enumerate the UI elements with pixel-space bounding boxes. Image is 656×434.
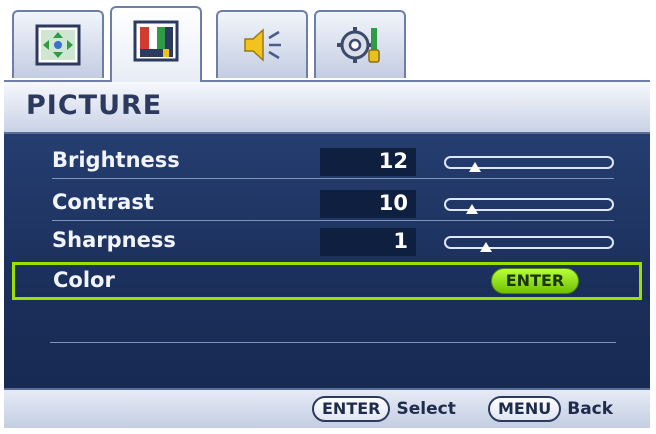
contrast-value-box: 10: [320, 190, 416, 218]
sharpness-value: 1: [393, 229, 408, 253]
setting-row-sharpness[interactable]: Sharpness 1: [14, 224, 640, 260]
color-enter-button[interactable]: ENTER: [491, 268, 579, 294]
brightness-label: Brightness: [52, 148, 180, 172]
speaker-icon: [244, 28, 281, 62]
page-title: PICTURE: [26, 90, 163, 121]
row-divider: [52, 220, 614, 221]
tab-display[interactable]: [12, 10, 104, 78]
brightness-value-box: 12: [320, 148, 416, 176]
contrast-label: Contrast: [52, 190, 154, 214]
slider-thumb[interactable]: [466, 204, 478, 214]
color-label: Color: [53, 268, 115, 292]
enter-key-badge: ENTER: [312, 396, 391, 422]
contrast-slider[interactable]: [444, 198, 614, 214]
slider-thumb[interactable]: [480, 242, 492, 252]
row-divider: [52, 178, 614, 179]
setting-row-contrast[interactable]: Contrast 10: [14, 186, 640, 222]
menu-key-badge: MENU: [488, 396, 562, 422]
contrast-value: 10: [378, 191, 408, 215]
brightness-slider[interactable]: [444, 156, 614, 172]
footer-hints: ENTER Select MENU Back: [4, 388, 650, 428]
osd-menu: PICTURE Brightness 12 Contrast 10 Sharpn…: [4, 4, 650, 428]
gear-settings-icon: [337, 27, 380, 63]
brightness-value: 12: [378, 149, 408, 173]
picture-icon: [133, 20, 179, 62]
slider-thumb[interactable]: [469, 162, 481, 172]
setting-row-brightness[interactable]: Brightness 12: [14, 144, 640, 180]
slider-track: [444, 236, 614, 249]
back-hint-label: Back: [567, 399, 614, 419]
setting-row-color[interactable]: Color ENTER: [12, 262, 642, 300]
settings-panel: Brightness 12 Contrast 10 Sharpness 1 Co…: [4, 134, 650, 388]
sharpness-label: Sharpness: [52, 228, 176, 252]
sharpness-slider[interactable]: [444, 236, 614, 252]
title-bar: PICTURE: [4, 80, 650, 134]
select-hint-label: Select: [396, 399, 456, 419]
select-hint: ENTER Select: [312, 396, 456, 422]
back-hint: MENU Back: [488, 396, 613, 422]
tab-audio[interactable]: [216, 10, 308, 78]
tab-bar: [4, 4, 650, 82]
sharpness-value-box: 1: [320, 228, 416, 256]
tab-picture[interactable]: [110, 6, 202, 82]
empty-row-divider: [50, 342, 616, 343]
tab-system[interactable]: [314, 10, 406, 78]
display-adjust-icon: [35, 24, 81, 66]
